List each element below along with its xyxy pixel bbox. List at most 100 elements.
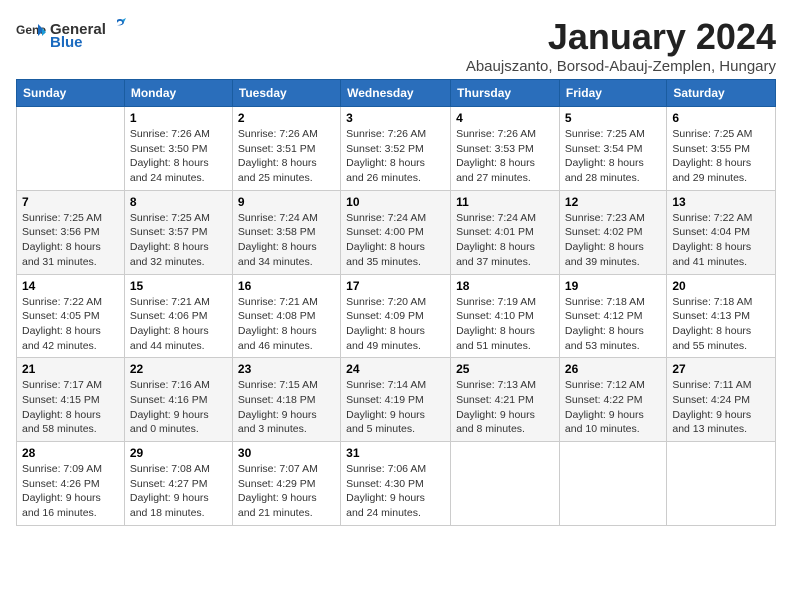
calendar-cell: 21 Sunrise: 7:17 AM Sunset: 4:15 PM Dayli…: [17, 358, 125, 442]
location-title: Abaujszanto, Borsod-Abauj-Zemplen, Hunga…: [466, 58, 776, 75]
day-info: Sunrise: 7:12 AM Sunset: 4:22 PM Dayligh…: [565, 378, 661, 437]
day-info: Sunrise: 7:22 AM Sunset: 4:04 PM Dayligh…: [672, 211, 770, 270]
day-info: Sunrise: 7:20 AM Sunset: 4:09 PM Dayligh…: [346, 295, 445, 354]
day-info: Sunrise: 7:06 AM Sunset: 4:30 PM Dayligh…: [346, 462, 445, 521]
calendar-cell: 30 Sunrise: 7:07 AM Sunset: 4:29 PM Dayli…: [232, 442, 340, 526]
day-number: 20: [672, 279, 770, 293]
day-number: 18: [456, 279, 554, 293]
day-info: Sunrise: 7:16 AM Sunset: 4:16 PM Dayligh…: [130, 378, 227, 437]
day-number: 17: [346, 279, 445, 293]
day-info: Sunrise: 7:26 AM Sunset: 3:53 PM Dayligh…: [456, 127, 554, 186]
day-number: 4: [456, 111, 554, 125]
calendar-cell: 8 Sunrise: 7:25 AM Sunset: 3:57 PM Daylig…: [124, 190, 232, 274]
weekday-header-friday: Friday: [559, 80, 666, 107]
calendar-week-5: 28 Sunrise: 7:09 AM Sunset: 4:26 PM Dayli…: [17, 442, 776, 526]
day-info: Sunrise: 7:24 AM Sunset: 3:58 PM Dayligh…: [238, 211, 335, 270]
day-info: Sunrise: 7:18 AM Sunset: 4:12 PM Dayligh…: [565, 295, 661, 354]
calendar-body: 1 Sunrise: 7:26 AM Sunset: 3:50 PM Daylig…: [17, 107, 776, 526]
calendar-cell: 31 Sunrise: 7:06 AM Sunset: 4:30 PM Dayli…: [341, 442, 451, 526]
day-info: Sunrise: 7:11 AM Sunset: 4:24 PM Dayligh…: [672, 378, 770, 437]
day-info: Sunrise: 7:25 AM Sunset: 3:54 PM Dayligh…: [565, 127, 661, 186]
calendar-cell: 23 Sunrise: 7:15 AM Sunset: 4:18 PM Dayli…: [232, 358, 340, 442]
calendar-cell: 17 Sunrise: 7:20 AM Sunset: 4:09 PM Dayli…: [341, 274, 451, 358]
day-info: Sunrise: 7:19 AM Sunset: 4:10 PM Dayligh…: [456, 295, 554, 354]
weekday-header-tuesday: Tuesday: [232, 80, 340, 107]
weekday-header-saturday: Saturday: [667, 80, 776, 107]
day-number: 31: [346, 446, 445, 460]
month-title: January 2024: [466, 16, 776, 58]
day-number: 27: [672, 362, 770, 376]
day-number: 2: [238, 111, 335, 125]
day-number: 3: [346, 111, 445, 125]
day-number: 23: [238, 362, 335, 376]
day-number: 28: [22, 446, 119, 460]
day-info: Sunrise: 7:21 AM Sunset: 4:06 PM Dayligh…: [130, 295, 227, 354]
day-info: Sunrise: 7:13 AM Sunset: 4:21 PM Dayligh…: [456, 378, 554, 437]
calendar-cell: 19Sunrise: 7:18 AM Sunset: 4:12 PM Dayli…: [559, 274, 666, 358]
calendar-cell: 9Sunrise: 7:24 AM Sunset: 3:58 PM Daylig…: [232, 190, 340, 274]
calendar-cell: 3 Sunrise: 7:26 AM Sunset: 3:52 PM Daylig…: [341, 107, 451, 191]
day-number: 22: [130, 362, 227, 376]
calendar-week-4: 21 Sunrise: 7:17 AM Sunset: 4:15 PM Dayli…: [17, 358, 776, 442]
calendar-cell: [17, 107, 125, 191]
day-info: Sunrise: 7:15 AM Sunset: 4:18 PM Dayligh…: [238, 378, 335, 437]
calendar-cell: 27 Sunrise: 7:11 AM Sunset: 4:24 PM Dayli…: [667, 358, 776, 442]
calendar-cell: 18 Sunrise: 7:19 AM Sunset: 4:10 PM Dayli…: [451, 274, 560, 358]
day-number: 14: [22, 279, 119, 293]
calendar-cell: 12 Sunrise: 7:23 AM Sunset: 4:02 PM Dayli…: [559, 190, 666, 274]
day-info: Sunrise: 7:09 AM Sunset: 4:26 PM Dayligh…: [22, 462, 119, 521]
calendar-week-3: 14 Sunrise: 7:22 AM Sunset: 4:05 PM Dayli…: [17, 274, 776, 358]
day-number: 29: [130, 446, 227, 460]
weekday-header-wednesday: Wednesday: [341, 80, 451, 107]
day-number: 8: [130, 195, 227, 209]
calendar-cell: 11 Sunrise: 7:24 AM Sunset: 4:01 PM Dayli…: [451, 190, 560, 274]
logo: General General Blue: [16, 16, 128, 52]
calendar-cell: 10Sunrise: 7:24 AM Sunset: 4:00 PM Dayli…: [341, 190, 451, 274]
logo-blue-text: Blue: [50, 34, 83, 51]
day-info: Sunrise: 7:25 AM Sunset: 3:56 PM Dayligh…: [22, 211, 119, 270]
calendar-week-1: 1 Sunrise: 7:26 AM Sunset: 3:50 PM Daylig…: [17, 107, 776, 191]
logo-icon: General: [16, 22, 46, 46]
calendar-cell: 25Sunrise: 7:13 AM Sunset: 4:21 PM Dayli…: [451, 358, 560, 442]
day-number: 1: [130, 111, 227, 125]
day-info: Sunrise: 7:26 AM Sunset: 3:52 PM Dayligh…: [346, 127, 445, 186]
day-number: 21: [22, 362, 119, 376]
calendar-table: SundayMondayTuesdayWednesdayThursdayFrid…: [16, 79, 776, 526]
title-block: January 2024 Abaujszanto, Borsod-Abauj-Z…: [466, 16, 776, 75]
day-info: Sunrise: 7:22 AM Sunset: 4:05 PM Dayligh…: [22, 295, 119, 354]
day-number: 12: [565, 195, 661, 209]
calendar-cell: 29 Sunrise: 7:08 AM Sunset: 4:27 PM Dayli…: [124, 442, 232, 526]
day-info: Sunrise: 7:17 AM Sunset: 4:15 PM Dayligh…: [22, 378, 119, 437]
calendar-cell: [451, 442, 560, 526]
calendar-cell: [559, 442, 666, 526]
day-number: 6: [672, 111, 770, 125]
calendar-cell: 5 Sunrise: 7:25 AM Sunset: 3:54 PM Daylig…: [559, 107, 666, 191]
day-info: Sunrise: 7:25 AM Sunset: 3:57 PM Dayligh…: [130, 211, 227, 270]
day-info: Sunrise: 7:18 AM Sunset: 4:13 PM Dayligh…: [672, 295, 770, 354]
day-number: 16: [238, 279, 335, 293]
day-info: Sunrise: 7:25 AM Sunset: 3:55 PM Dayligh…: [672, 127, 770, 186]
day-info: Sunrise: 7:26 AM Sunset: 3:51 PM Dayligh…: [238, 127, 335, 186]
day-info: Sunrise: 7:07 AM Sunset: 4:29 PM Dayligh…: [238, 462, 335, 521]
day-number: 30: [238, 446, 335, 460]
logo-bird-icon: [108, 16, 126, 34]
day-number: 7: [22, 195, 119, 209]
weekday-header-sunday: Sunday: [17, 80, 125, 107]
day-info: Sunrise: 7:26 AM Sunset: 3:50 PM Dayligh…: [130, 127, 227, 186]
day-number: 15: [130, 279, 227, 293]
day-info: Sunrise: 7:24 AM Sunset: 4:01 PM Dayligh…: [456, 211, 554, 270]
calendar-cell: [667, 442, 776, 526]
day-number: 5: [565, 111, 661, 125]
calendar-cell: 26Sunrise: 7:12 AM Sunset: 4:22 PM Dayli…: [559, 358, 666, 442]
day-number: 13: [672, 195, 770, 209]
calendar-cell: 7 Sunrise: 7:25 AM Sunset: 3:56 PM Daylig…: [17, 190, 125, 274]
calendar-cell: 2 Sunrise: 7:26 AM Sunset: 3:51 PM Daylig…: [232, 107, 340, 191]
day-number: 24: [346, 362, 445, 376]
calendar-cell: 15 Sunrise: 7:21 AM Sunset: 4:06 PM Dayli…: [124, 274, 232, 358]
day-number: 11: [456, 195, 554, 209]
day-info: Sunrise: 7:08 AM Sunset: 4:27 PM Dayligh…: [130, 462, 227, 521]
day-number: 10: [346, 195, 445, 209]
weekday-header-thursday: Thursday: [451, 80, 560, 107]
calendar-cell: 24Sunrise: 7:14 AM Sunset: 4:19 PM Dayli…: [341, 358, 451, 442]
day-info: Sunrise: 7:23 AM Sunset: 4:02 PM Dayligh…: [565, 211, 661, 270]
